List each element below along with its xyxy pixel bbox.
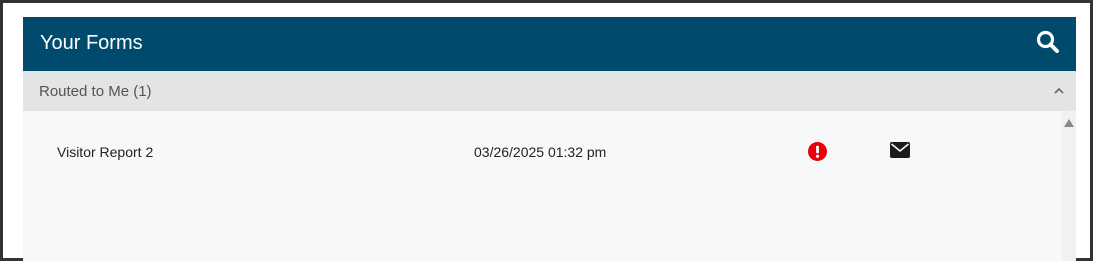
chevron-up-icon [1054, 87, 1064, 94]
form-name[interactable]: Visitor Report 2 [57, 144, 153, 160]
forms-list: Visitor Report 2 03/26/2025 01:32 pm [23, 111, 1063, 261]
section-routed-to-me[interactable]: Routed to Me (1) [23, 71, 1076, 111]
form-date: 03/26/2025 01:32 pm [474, 144, 607, 160]
search-icon [1036, 30, 1059, 53]
envelope-icon [890, 142, 910, 158]
form-row[interactable]: Visitor Report 2 03/26/2025 01:32 pm [23, 131, 1063, 173]
scroll-up-arrow-icon[interactable] [1064, 119, 1074, 127]
vertical-scrollbar[interactable] [1062, 111, 1076, 261]
section-title: Routed to Me (1) [39, 83, 152, 100]
forms-header: Your Forms [23, 17, 1076, 71]
search-button[interactable] [1035, 29, 1061, 55]
alert-icon [808, 142, 827, 161]
header-title: Your Forms [40, 32, 143, 54]
forms-panel: Your Forms Routed to Me (1) Visitor Repo… [23, 17, 1076, 261]
send-email-button[interactable] [890, 142, 910, 158]
collapse-button[interactable] [1051, 83, 1067, 99]
